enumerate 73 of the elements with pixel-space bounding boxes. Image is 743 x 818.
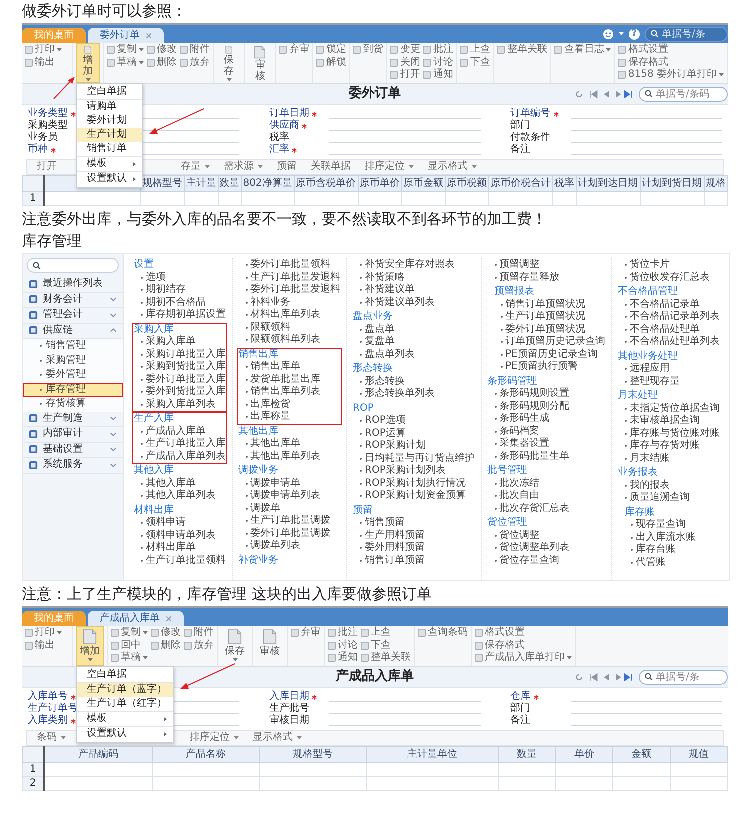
menu-heading: 业务报表 bbox=[617, 467, 659, 480]
field-label: 订单编号 bbox=[510, 108, 551, 120]
column-header: 原币税额 bbox=[445, 176, 489, 192]
document-title: 产成品入库单 bbox=[336, 671, 414, 683]
field-label: 审核日期 bbox=[269, 715, 310, 727]
menu-heading: 其他出库 bbox=[238, 426, 280, 438]
column-header: 原币含税单价 bbox=[294, 176, 358, 192]
menu-heading: 形态转换 bbox=[352, 363, 394, 376]
field-label: 业务员 bbox=[28, 132, 58, 144]
column-header: 税率 bbox=[552, 176, 576, 192]
field-label: 币种 bbox=[28, 144, 48, 156]
paragraph: 库存管理 bbox=[22, 231, 83, 251]
column-header: 产品编码 bbox=[44, 746, 152, 762]
menu-heading: 生产入库 bbox=[133, 413, 175, 426]
field-label: 仓库 bbox=[510, 691, 531, 702]
field-label: 生产批号 bbox=[269, 703, 310, 714]
menu-heading: 其他业务处理 bbox=[617, 350, 679, 362]
menu-heading: 库存账 bbox=[624, 506, 656, 519]
column-header: 单价 bbox=[556, 746, 613, 762]
column-header: 金额 bbox=[612, 746, 670, 762]
column-header: 规格型号 bbox=[140, 176, 185, 192]
paragraph: 做委外订单时可以参照： bbox=[22, 1, 188, 21]
column-header: 规格 bbox=[704, 176, 728, 192]
column-header: 规格型号 bbox=[259, 746, 366, 762]
paragraph: 注意：上了生产模块的，库存管理 这块的出入库要做参照订单 bbox=[22, 584, 433, 604]
column-header: 计划到达日期 bbox=[576, 176, 640, 192]
column-header: 产品名称 bbox=[152, 746, 260, 762]
field-label: 汇率 bbox=[269, 144, 290, 156]
menu-heading: 预留报表 bbox=[494, 286, 535, 298]
menu-heading: 条形码管理 bbox=[486, 376, 538, 388]
field-label: 部门 bbox=[510, 120, 531, 132]
field-label: 入库日期 bbox=[269, 691, 310, 702]
menu-heading: 设置 bbox=[133, 259, 155, 272]
field-label: 入库类别 bbox=[28, 715, 68, 727]
field-label: 供应商 bbox=[269, 120, 300, 132]
menu-heading: 材料出库 bbox=[133, 504, 175, 516]
column-header: 主计量单位 bbox=[366, 746, 498, 762]
menu-heading: 预留 bbox=[352, 504, 374, 517]
menu-heading: 批号管理 bbox=[486, 465, 528, 478]
row-number: 2 bbox=[22, 776, 44, 790]
menu-heading: 不合格品管理 bbox=[617, 286, 679, 298]
menu-heading: 调拨业务 bbox=[238, 465, 280, 478]
menu-heading: ROP bbox=[352, 402, 375, 415]
column-header: 原币单价 bbox=[358, 176, 402, 192]
column-header: 原币金额 bbox=[402, 176, 446, 192]
menu-heading: 货位管理 bbox=[486, 517, 528, 530]
column-header: 数量 bbox=[498, 746, 556, 762]
menu-heading: 销售出库 bbox=[238, 348, 280, 360]
field-label: 备注 bbox=[510, 715, 531, 727]
menu-heading: 盘点业务 bbox=[352, 311, 394, 324]
field-label: 业务类型 bbox=[28, 108, 68, 120]
column-header: 原币价税合计 bbox=[488, 176, 553, 192]
menu-heading: 采购入库 bbox=[133, 324, 175, 336]
field-label: 备注 bbox=[510, 144, 531, 156]
field-label: 付款条件 bbox=[510, 132, 551, 144]
column-header: 主计量 bbox=[184, 176, 218, 192]
menu-heading: 补货业务 bbox=[238, 554, 280, 567]
field-label: 入库单号 bbox=[28, 691, 68, 702]
paragraph: 注意委外出库，与委外入库的品名要不一致，要不然读取不到各环节的加工费！ bbox=[22, 209, 548, 229]
field-label: 采购类型 bbox=[28, 120, 68, 132]
row-number: 1 bbox=[22, 192, 44, 206]
column-header: 802净算量 bbox=[241, 176, 294, 192]
field-label: 订单日期 bbox=[269, 108, 310, 120]
field-label: 部门 bbox=[510, 703, 531, 714]
column-header: 数量 bbox=[218, 176, 242, 192]
column-header: 计划到货日期 bbox=[640, 176, 704, 192]
field-label: 税率 bbox=[269, 132, 290, 144]
menu-heading: 月末处理 bbox=[617, 390, 659, 402]
column-header: 规值 bbox=[670, 746, 728, 762]
document-title: 委外订单 bbox=[349, 88, 401, 100]
menu-heading: 其他入库 bbox=[133, 465, 175, 478]
row-number: 1 bbox=[22, 762, 44, 776]
field-label: 生产订单号 bbox=[28, 703, 78, 714]
